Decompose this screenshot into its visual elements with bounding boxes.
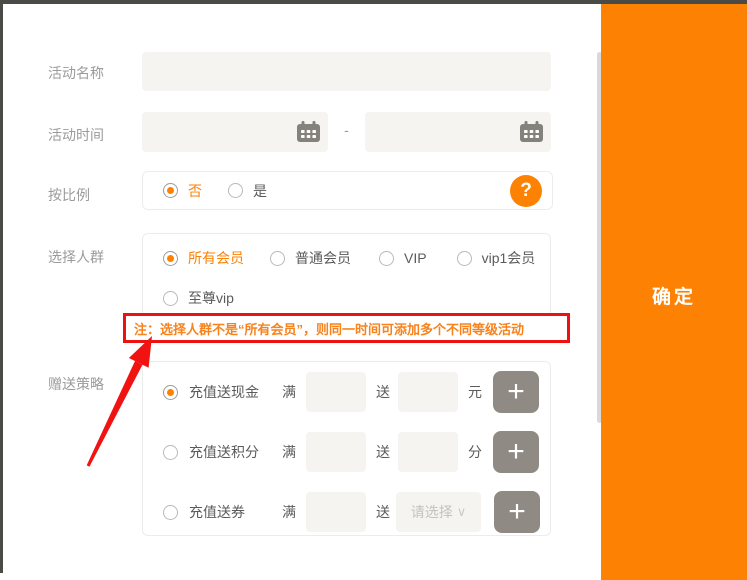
- frame-left-border: [0, 0, 3, 573]
- give-word: 送: [376, 502, 390, 522]
- add-coupon-rule-button[interactable]: +: [494, 491, 540, 533]
- activity-name-input[interactable]: [142, 52, 551, 91]
- crowd-option-supreme-vip[interactable]: 至尊vip: [163, 288, 234, 308]
- plus-icon: +: [507, 375, 525, 408]
- crowd-option-label: VIP: [404, 250, 427, 266]
- radio-unchecked-icon[interactable]: [163, 291, 178, 306]
- strategy-row-label: 充值送积分: [189, 442, 282, 462]
- cash-threshold-input[interactable]: [306, 372, 366, 412]
- add-cash-rule-button[interactable]: +: [493, 371, 539, 413]
- crowd-option-vip1[interactable]: vip1会员: [457, 248, 536, 268]
- add-activity-dialog: 活动名称 活动时间 - 按比例: [0, 0, 747, 580]
- by-ratio-label: 按比例: [48, 185, 90, 205]
- strategy-row-points: 充值送积分 满 送 分 +: [143, 432, 539, 472]
- coupon-threshold-input[interactable]: [306, 492, 366, 532]
- ratio-option-yes[interactable]: 是: [228, 181, 267, 201]
- radio-checked-icon[interactable]: [163, 251, 178, 266]
- threshold-word: 满: [282, 382, 296, 402]
- crowd-option-label: vip1会员: [482, 248, 536, 268]
- note-text: 注：选择人群不是“所有会员”，则同一时间可添加多个不同等级活动: [126, 319, 524, 338]
- strategy-row-cash: 充值送现金 满 送 元 +: [143, 372, 539, 412]
- radio-unchecked-icon[interactable]: [163, 445, 178, 460]
- points-gift-input[interactable]: [398, 432, 458, 472]
- points-threshold-input[interactable]: [306, 432, 366, 472]
- plus-icon: +: [508, 495, 526, 528]
- strategy-row-coupon: 充值送券 满 送 请选择 ∨ +: [143, 492, 540, 532]
- radio-checked-icon[interactable]: [163, 385, 178, 400]
- radio-unchecked-icon[interactable]: [379, 251, 394, 266]
- crowd-option-all[interactable]: 所有会员: [163, 248, 244, 268]
- give-word: 送: [376, 442, 390, 462]
- radio-unchecked-icon[interactable]: [457, 251, 472, 266]
- threshold-word: 满: [282, 502, 296, 522]
- strategy-group: 充值送现金 满 送 元 + 充值送积分 满 送 分 + 充值送券 满 送 请选择: [142, 361, 551, 536]
- ratio-option-no[interactable]: 否: [163, 181, 202, 201]
- crowd-group: 所有会员 普通会员 VIP vip1会员 至尊vip: [142, 233, 551, 320]
- crowd-option-normal[interactable]: 普通会员: [270, 248, 351, 268]
- strategy-row-label: 充值送券: [189, 502, 282, 522]
- confirm-button[interactable]: 确定: [601, 282, 747, 309]
- chevron-down-icon: ∨: [457, 504, 467, 520]
- cash-gift-input[interactable]: [398, 372, 458, 412]
- unit-word: 分: [468, 442, 482, 462]
- start-date-picker[interactable]: [142, 112, 328, 152]
- confirm-panel: 确定: [601, 4, 747, 580]
- activity-name-label: 活动名称: [48, 63, 104, 83]
- radio-unchecked-icon[interactable]: [228, 183, 243, 198]
- unit-word: 元: [468, 382, 482, 402]
- note-highlight-box: 注：选择人群不是“所有会员”，则同一时间可添加多个不同等级活动: [123, 313, 570, 343]
- by-ratio-group: 否 是 ?: [142, 171, 553, 210]
- add-points-rule-button[interactable]: +: [493, 431, 539, 473]
- calendar-icon: [296, 121, 321, 143]
- crowd-option-vip[interactable]: VIP: [379, 250, 427, 266]
- give-word: 送: [376, 382, 390, 402]
- calendar-icon: [519, 121, 544, 143]
- ratio-option-label: 否: [188, 181, 202, 201]
- strategy-label: 赠送策略: [48, 374, 104, 394]
- threshold-word: 满: [282, 442, 296, 462]
- radio-unchecked-icon[interactable]: [163, 505, 178, 520]
- date-range-separator: -: [330, 122, 363, 138]
- activity-time-label: 活动时间: [48, 125, 104, 145]
- radio-unchecked-icon[interactable]: [270, 251, 285, 266]
- select-placeholder: 请选择: [411, 502, 453, 522]
- strategy-row-label: 充值送现金: [189, 382, 282, 402]
- crowd-option-label: 所有会员: [188, 248, 244, 268]
- help-icon[interactable]: ?: [510, 175, 542, 207]
- ratio-option-label: 是: [253, 181, 267, 201]
- frame-top-border: [0, 0, 747, 4]
- radio-checked-icon[interactable]: [163, 183, 178, 198]
- coupon-select[interactable]: 请选择 ∨: [396, 492, 481, 532]
- crowd-option-label: 至尊vip: [188, 288, 234, 308]
- end-date-picker[interactable]: [365, 112, 551, 152]
- crowd-label: 选择人群: [48, 247, 104, 267]
- plus-icon: +: [507, 435, 525, 468]
- crowd-option-label: 普通会员: [295, 248, 351, 268]
